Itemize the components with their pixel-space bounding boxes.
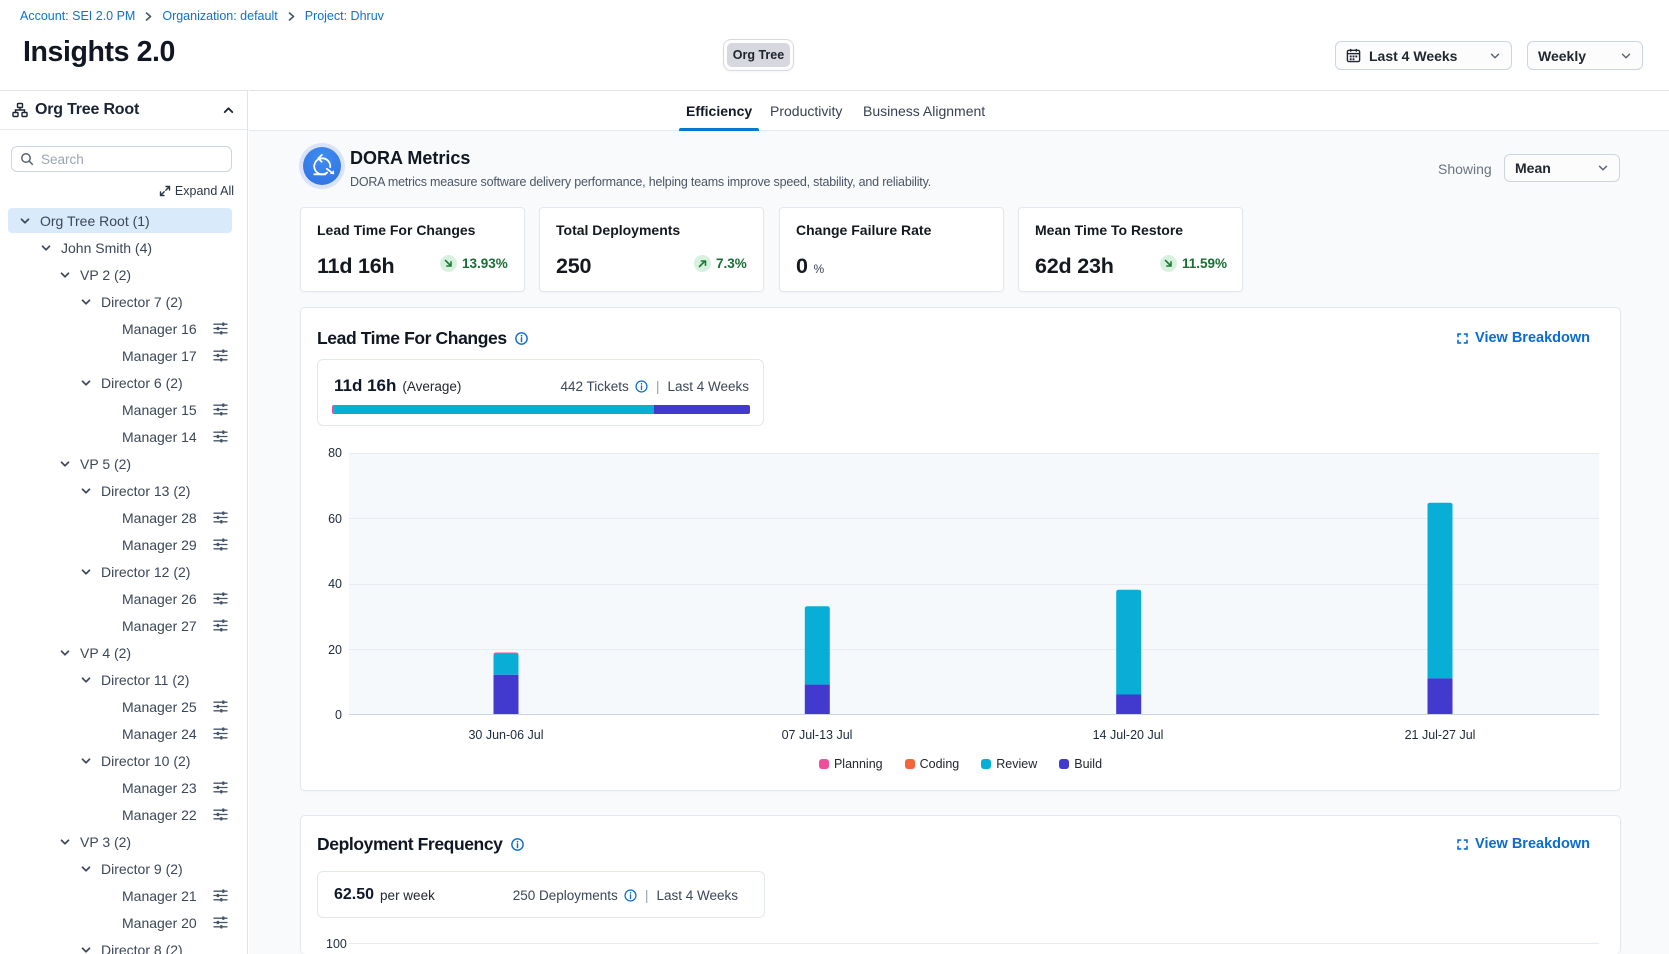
svg-text:0: 0 (335, 708, 342, 722)
svg-text:60: 60 (328, 512, 342, 526)
svg-text:14 Jul-20 Jul: 14 Jul-20 Jul (1093, 728, 1164, 742)
svg-text:80: 80 (328, 446, 342, 460)
svg-text:20: 20 (328, 643, 342, 657)
svg-text:40: 40 (328, 577, 342, 591)
svg-text:30 Jun-06 Jul: 30 Jun-06 Jul (468, 728, 543, 742)
svg-text:07 Jul-13 Jul: 07 Jul-13 Jul (782, 728, 853, 742)
svg-text:21 Jul-27 Jul: 21 Jul-27 Jul (1405, 728, 1476, 742)
